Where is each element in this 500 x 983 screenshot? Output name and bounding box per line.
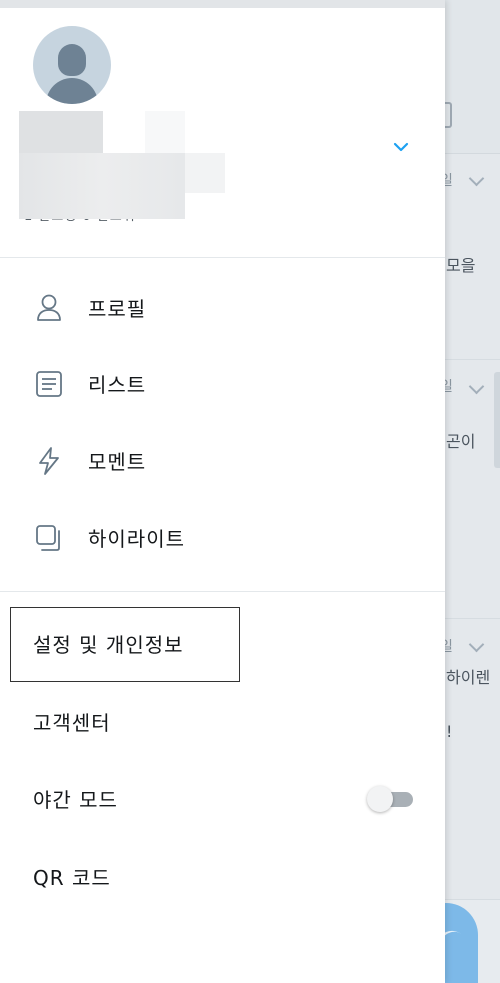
person-icon [37, 294, 61, 321]
menu-item-moments[interactable]: 모멘트 [0, 432, 445, 488]
account-handle-redacted [19, 153, 185, 219]
menu-item-label: 야간 모드 [33, 788, 118, 812]
divider [0, 591, 445, 592]
night-mode-toggle[interactable] [367, 786, 413, 812]
menu-item-label: 모멘트 [88, 450, 147, 474]
background-snippet: ! [446, 722, 453, 741]
avatar-head-shape [58, 44, 86, 76]
lightning-icon [39, 447, 59, 475]
menu-item-label: QR 코드 [33, 866, 111, 890]
chevron-down-icon[interactable] [392, 138, 410, 156]
status-strip [0, 0, 445, 8]
menu-item-label: 고객센터 [33, 711, 111, 735]
menu-item-lists[interactable]: 리스트 [0, 355, 445, 411]
menu-item-label: 하이라이트 [88, 527, 185, 551]
highlight-icon [36, 525, 60, 551]
navigation-drawer: 1 팔로잉 0 팔로워 프로필 리스트 모멘트 하이라이트 [0, 0, 445, 983]
selection-highlight-box [10, 607, 240, 682]
background-tweet-card [445, 619, 500, 900]
menu-item-highlights[interactable]: 하이라이트 [0, 509, 445, 565]
background-snippet: 곤이 [446, 432, 476, 451]
avatar-body-shape [46, 78, 98, 104]
background-snippet: 하이렌 [446, 668, 491, 687]
account-redaction-block [145, 111, 185, 153]
account-name-redacted [19, 111, 103, 153]
toggle-knob [367, 786, 393, 812]
menu-item-label: 리스트 [88, 373, 147, 397]
avatar[interactable] [33, 26, 111, 104]
account-redaction-block [185, 153, 225, 193]
menu-item-qr-code[interactable]: QR 코드 [0, 847, 445, 903]
menu-item-label: 프로필 [88, 297, 147, 321]
background-header [445, 0, 500, 154]
background-tweet-card [445, 360, 500, 619]
background-snippet: 모을 [446, 256, 476, 275]
list-icon [36, 371, 62, 397]
menu-item-help-center[interactable]: 고객센터 [0, 692, 445, 748]
background-scrollbar [494, 372, 500, 468]
divider [0, 257, 445, 258]
menu-item-profile[interactable]: 프로필 [0, 279, 445, 335]
